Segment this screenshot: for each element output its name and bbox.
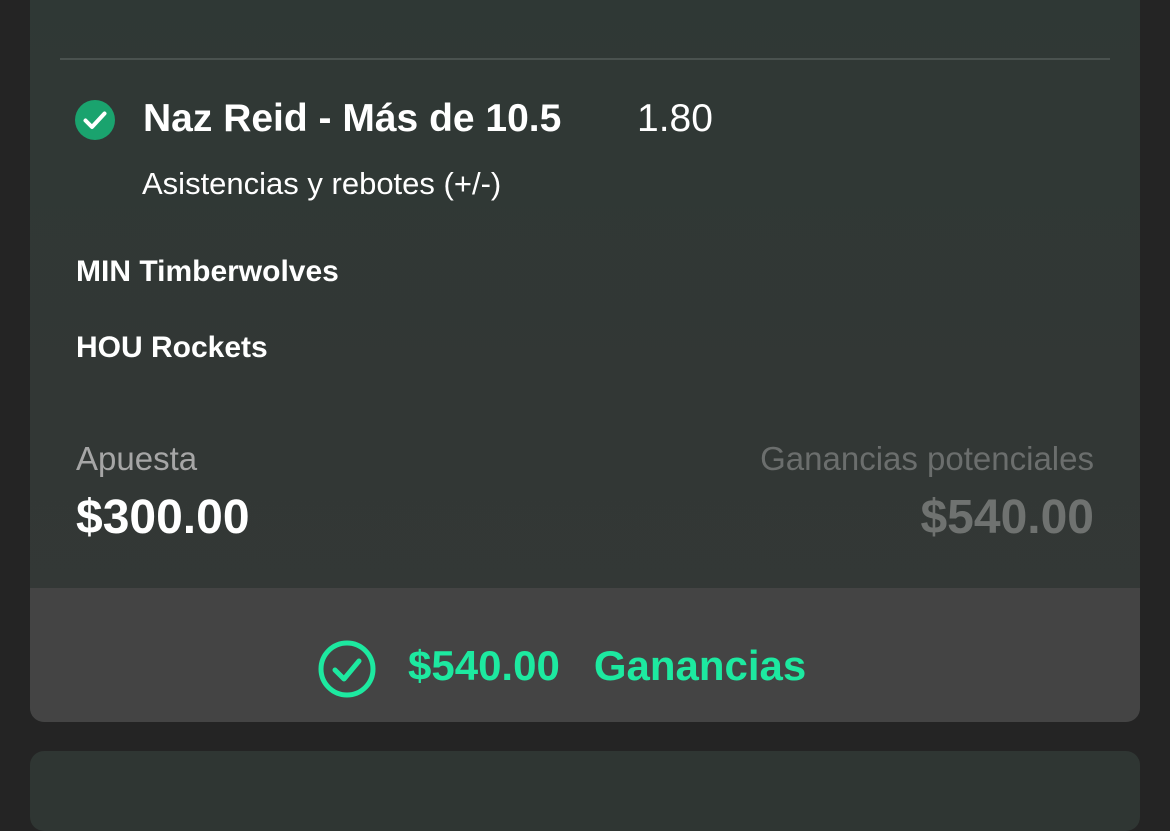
stake-label: Apuesta: [76, 440, 198, 477]
check-circle-filled-icon: [75, 100, 115, 140]
next-bet-card[interactable]: [30, 751, 1140, 831]
bet-card: Naz Reid - Más de 10.5 1.80 Asistencias …: [30, 0, 1140, 722]
selection-odds: 1.80: [637, 97, 713, 140]
check-circle-outline-icon: [318, 640, 376, 698]
selection-title: Naz Reid - Más de 10.5: [143, 97, 562, 140]
team-away: HOU Rockets: [76, 331, 268, 364]
result-footer: $540.00 Ganancias: [30, 588, 1140, 722]
selection-market: Asistencias y rebotes (+/-): [142, 166, 502, 201]
result-summary: $540.00 Ganancias: [318, 634, 806, 698]
winnings-amount: $540.00: [408, 642, 560, 689]
stake-value: $300.00: [76, 491, 250, 544]
winnings-label: Ganancias: [593, 642, 807, 689]
potential-winnings-value: $540.00: [920, 491, 1094, 544]
divider: [60, 58, 1110, 60]
team-home: MIN Timberwolves: [76, 255, 339, 288]
potential-winnings-label: Ganancias potenciales: [760, 440, 1094, 477]
